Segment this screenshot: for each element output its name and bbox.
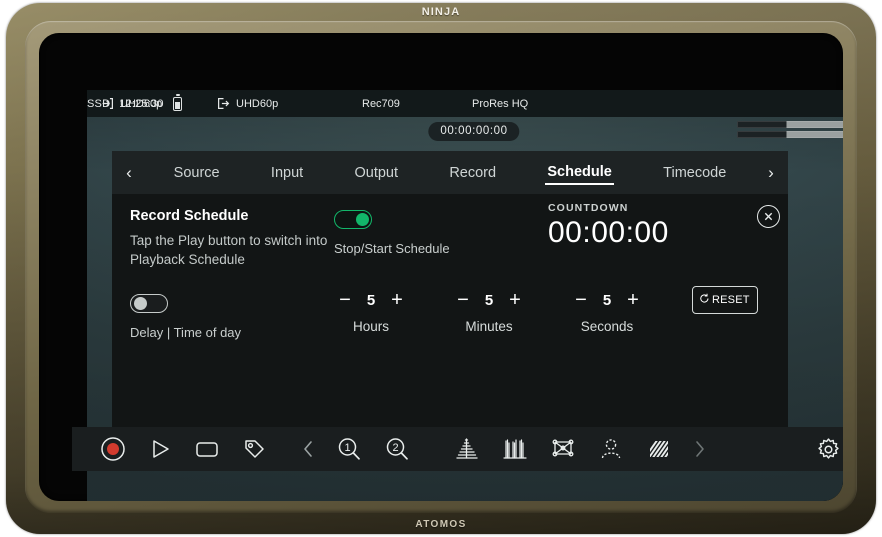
schedule-description: Tap the Play button to switch into Playb… — [130, 233, 328, 268]
battery-icon — [172, 94, 182, 111]
minutes-label: Minutes — [465, 319, 513, 334]
minutes-decrement-button[interactable]: − — [456, 290, 470, 310]
seconds-stepper-row: − 5 + — [564, 290, 650, 310]
countdown-value: 00:00:00 — [548, 216, 669, 249]
magnifier-2-icon[interactable]: 2 — [384, 436, 410, 462]
seconds-decrement-button[interactable]: − — [574, 290, 588, 310]
seconds-increment-button[interactable]: + — [626, 290, 640, 310]
brand-atomos: ATOMOS — [415, 519, 467, 530]
delay-time-of-day-toggle[interactable] — [130, 294, 168, 313]
hours-increment-button[interactable]: + — [390, 290, 404, 310]
reset-button-label: RESET — [712, 294, 750, 306]
tab-timecode[interactable]: Timecode — [661, 161, 728, 184]
brand-ninja: NINJA — [421, 6, 461, 18]
zebra-icon[interactable] — [646, 437, 672, 461]
svg-text:2: 2 — [392, 442, 398, 454]
svg-text:1: 1 — [344, 442, 350, 454]
countdown-group: COUNTDOWN 00:00:00 — [548, 202, 669, 249]
minutes-value: 5 — [484, 291, 494, 309]
countdown-label: COUNTDOWN — [548, 202, 629, 214]
timecode-display[interactable]: 00:00:00:00 — [428, 122, 520, 141]
tabs-next-arrow[interactable]: › — [754, 151, 788, 194]
hours-label: Hours — [352, 319, 389, 334]
menu-panel: ‹ Source Input Output Record Schedule Ti… — [112, 151, 788, 434]
status-output[interactable]: UHD60p — [217, 97, 278, 110]
minutes-increment-button[interactable]: + — [508, 290, 522, 310]
hours-stepper: − 5 + Hours — [328, 290, 414, 334]
duration-steppers: − 5 + Hours − 5 + Minutes − 5 + Seconds … — [328, 286, 758, 334]
minutes-stepper: − 5 + Minutes — [446, 290, 532, 334]
stop-start-schedule-group: Stop/Start Schedule — [334, 210, 450, 256]
waveform-icon[interactable] — [454, 437, 480, 461]
status-gamut[interactable]: Rec709 — [362, 98, 400, 110]
seconds-label: Seconds — [580, 319, 634, 334]
status-input-label: UHD60p — [120, 97, 163, 110]
delay-time-of-day-label: Delay | Time of day — [130, 325, 242, 340]
toolbar-transport-group — [100, 436, 266, 462]
gear-icon[interactable] — [815, 436, 842, 463]
play-icon[interactable] — [148, 437, 172, 461]
tabs-prev-arrow[interactable]: ‹ — [112, 151, 146, 194]
tab-schedule[interactable]: Schedule — [545, 160, 614, 185]
toolbar-settings-group — [815, 436, 842, 463]
rgb-parade-icon[interactable] — [502, 437, 528, 461]
toggle-knob — [355, 213, 369, 227]
hours-decrement-button[interactable]: − — [338, 290, 352, 310]
tag-icon[interactable] — [242, 437, 266, 461]
toolbar-tools-group: 1 2 — [302, 436, 706, 462]
audio-meter-2 — [737, 131, 843, 138]
delay-time-of-day-group: Delay | Time of day — [112, 294, 241, 340]
tab-record[interactable]: Record — [447, 161, 498, 184]
status-bar: UHD60p UHD60p Rec709 ProRes HQ SSD 12:25… — [87, 90, 843, 117]
bottom-toolbar: 1 2 — [72, 427, 843, 471]
seconds-stepper: − 5 + Seconds — [564, 290, 650, 334]
audio-meters — [737, 121, 843, 138]
close-icon[interactable] — [757, 205, 780, 228]
menu-tab-bar: ‹ Source Input Output Record Schedule Ti… — [112, 151, 788, 194]
page-title: Record Schedule — [130, 208, 249, 224]
toggle-knob — [133, 297, 147, 311]
status-output-label: UHD60p — [236, 97, 279, 110]
magnifier-1-icon[interactable]: 1 — [336, 436, 362, 462]
stop-start-schedule-toggle[interactable] — [334, 210, 372, 229]
tab-source[interactable]: Source — [172, 161, 222, 184]
focus-peaking-icon[interactable] — [598, 437, 624, 461]
status-codec[interactable]: ProRes HQ — [472, 98, 528, 110]
chevron-left-icon[interactable] — [302, 440, 314, 458]
status-input[interactable]: UHD60p — [101, 97, 162, 110]
seconds-value: 5 — [602, 291, 612, 309]
output-arrow-icon — [217, 97, 230, 110]
tab-input[interactable]: Input — [269, 161, 305, 184]
screen-bezel: UHD60p UHD60p Rec709 ProRes HQ SSD 12:25… — [39, 33, 843, 501]
refresh-icon — [699, 293, 710, 307]
hours-value: 5 — [366, 291, 376, 309]
vectorscope-icon[interactable] — [550, 437, 576, 461]
chevron-right-icon[interactable] — [694, 440, 706, 458]
hours-stepper-row: − 5 + — [328, 290, 414, 310]
minutes-stepper-row: − 5 + — [446, 290, 532, 310]
tab-list: Source Input Output Record Schedule Time… — [146, 151, 754, 194]
record-icon[interactable] — [100, 436, 126, 462]
tab-output[interactable]: Output — [352, 161, 400, 184]
input-arrow-icon — [101, 97, 114, 110]
stop-icon[interactable] — [194, 437, 220, 461]
device-body: NINJA ATOMOS UHD60p UHD60p Rec709 ProRes… — [6, 3, 876, 534]
audio-meter-1 — [737, 121, 843, 128]
stop-start-schedule-label: Stop/Start Schedule — [334, 241, 450, 256]
reset-button[interactable]: RESET — [692, 286, 758, 314]
schedule-panel: Record Schedule Tap the Play button to s… — [112, 194, 788, 434]
